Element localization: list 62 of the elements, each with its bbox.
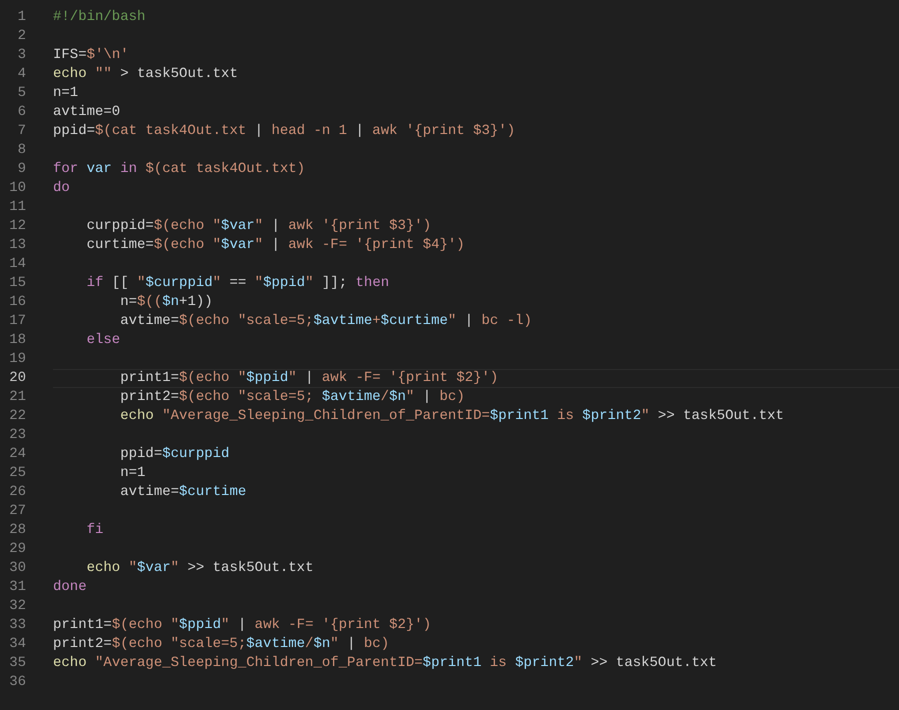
line-number: 32 xyxy=(8,597,26,616)
line-number: 31 xyxy=(8,578,26,597)
code-line: do xyxy=(53,179,70,198)
code-line: if [[ "$curppid" == "$ppid" ]]; then xyxy=(86,274,390,293)
code-line: avtime=0 xyxy=(53,103,120,122)
line-number: 28 xyxy=(8,521,26,540)
code-line: echo "$var" >> task5Out.txt xyxy=(86,559,314,578)
line-number: 21 xyxy=(8,388,26,407)
line-number: 27 xyxy=(8,502,26,521)
line-number: 26 xyxy=(8,483,26,502)
code-line: print2=$(echo "scale=5;$avtime/$n" | bc) xyxy=(53,635,390,654)
code-line: ppid=$curppid xyxy=(119,445,230,464)
line-number: 17 xyxy=(8,312,26,331)
code-line: IFS=$'\n' xyxy=(53,46,129,65)
line-number: 33 xyxy=(8,616,26,635)
line-number: 5 xyxy=(16,84,26,103)
code-line: n=$(($n+1)) xyxy=(119,293,213,312)
line-number: 14 xyxy=(8,255,26,274)
line-number: 9 xyxy=(16,160,26,179)
code-line: n=1 xyxy=(53,84,78,103)
code-line: curtime=$(echo "$var" | awk -F= '{print $4}') xyxy=(86,236,465,255)
code-line: ppid=$(cat task4Out.txt | head -n 1 | awk '{print $3}') xyxy=(53,122,516,141)
line-number: 16 xyxy=(8,293,26,312)
line-number: 30 xyxy=(8,559,26,578)
line-number: 24 xyxy=(8,445,26,464)
line-number: 25 xyxy=(8,464,26,483)
code-line: curppid=$(echo "$var" | awk '{print $3}') xyxy=(86,217,432,236)
line-number: 1 xyxy=(16,8,26,27)
line-number: 35 xyxy=(8,654,26,673)
line-number: 13 xyxy=(8,236,26,255)
line-number: 4 xyxy=(16,65,26,84)
code-line: done xyxy=(53,578,87,597)
line-number: 12 xyxy=(8,217,26,236)
line-number: 34 xyxy=(8,635,26,654)
code-line: echo "Average_Sleeping_Children_of_ParentID=$print1 is $print2" >> task5Out.txt xyxy=(119,407,784,426)
line-number: 7 xyxy=(16,122,26,141)
line-number: 36 xyxy=(8,673,26,692)
line-number: 10 xyxy=(8,179,26,198)
code-line: else xyxy=(86,331,120,350)
line-number: 22 xyxy=(8,407,26,426)
line-number: 2 xyxy=(16,27,26,46)
current-code-line: print1=$(echo "$ppid" | awk -F= '{print $2}') xyxy=(53,369,899,388)
line-number: 29 xyxy=(8,540,26,559)
line-number: 11 xyxy=(8,198,26,217)
code-line: fi xyxy=(86,521,104,540)
code-line: n=1 xyxy=(119,464,146,483)
line-number: 18 xyxy=(8,331,26,350)
code-line: #!/bin/bash xyxy=(53,8,146,27)
code-line: echo "Average_Sleeping_Children_of_ParentID=$print1 is $print2" >> task5Out.txt xyxy=(53,654,717,673)
line-number: 3 xyxy=(16,46,26,65)
code-line: for var in $(cat task4Out.txt) xyxy=(53,160,306,179)
code-line: print1=$(echo "$ppid" | awk -F= '{print $2}') xyxy=(53,616,432,635)
line-number: 6 xyxy=(16,103,26,122)
line-number: 8 xyxy=(16,141,26,160)
code-line: print2=$(echo "scale=5; $avtime/$n" | bc) xyxy=(119,388,465,407)
line-number: 19 xyxy=(8,350,26,369)
code-line: avtime=$(echo "scale=5;$avtime+$curtime" | bc -l) xyxy=(119,312,532,331)
line-number: 23 xyxy=(8,426,26,445)
code-line: avtime=$curtime xyxy=(119,483,246,502)
line-number: 20 xyxy=(8,369,26,388)
code-line: echo "" > task5Out.txt xyxy=(53,65,238,84)
line-number: 15 xyxy=(8,274,26,293)
